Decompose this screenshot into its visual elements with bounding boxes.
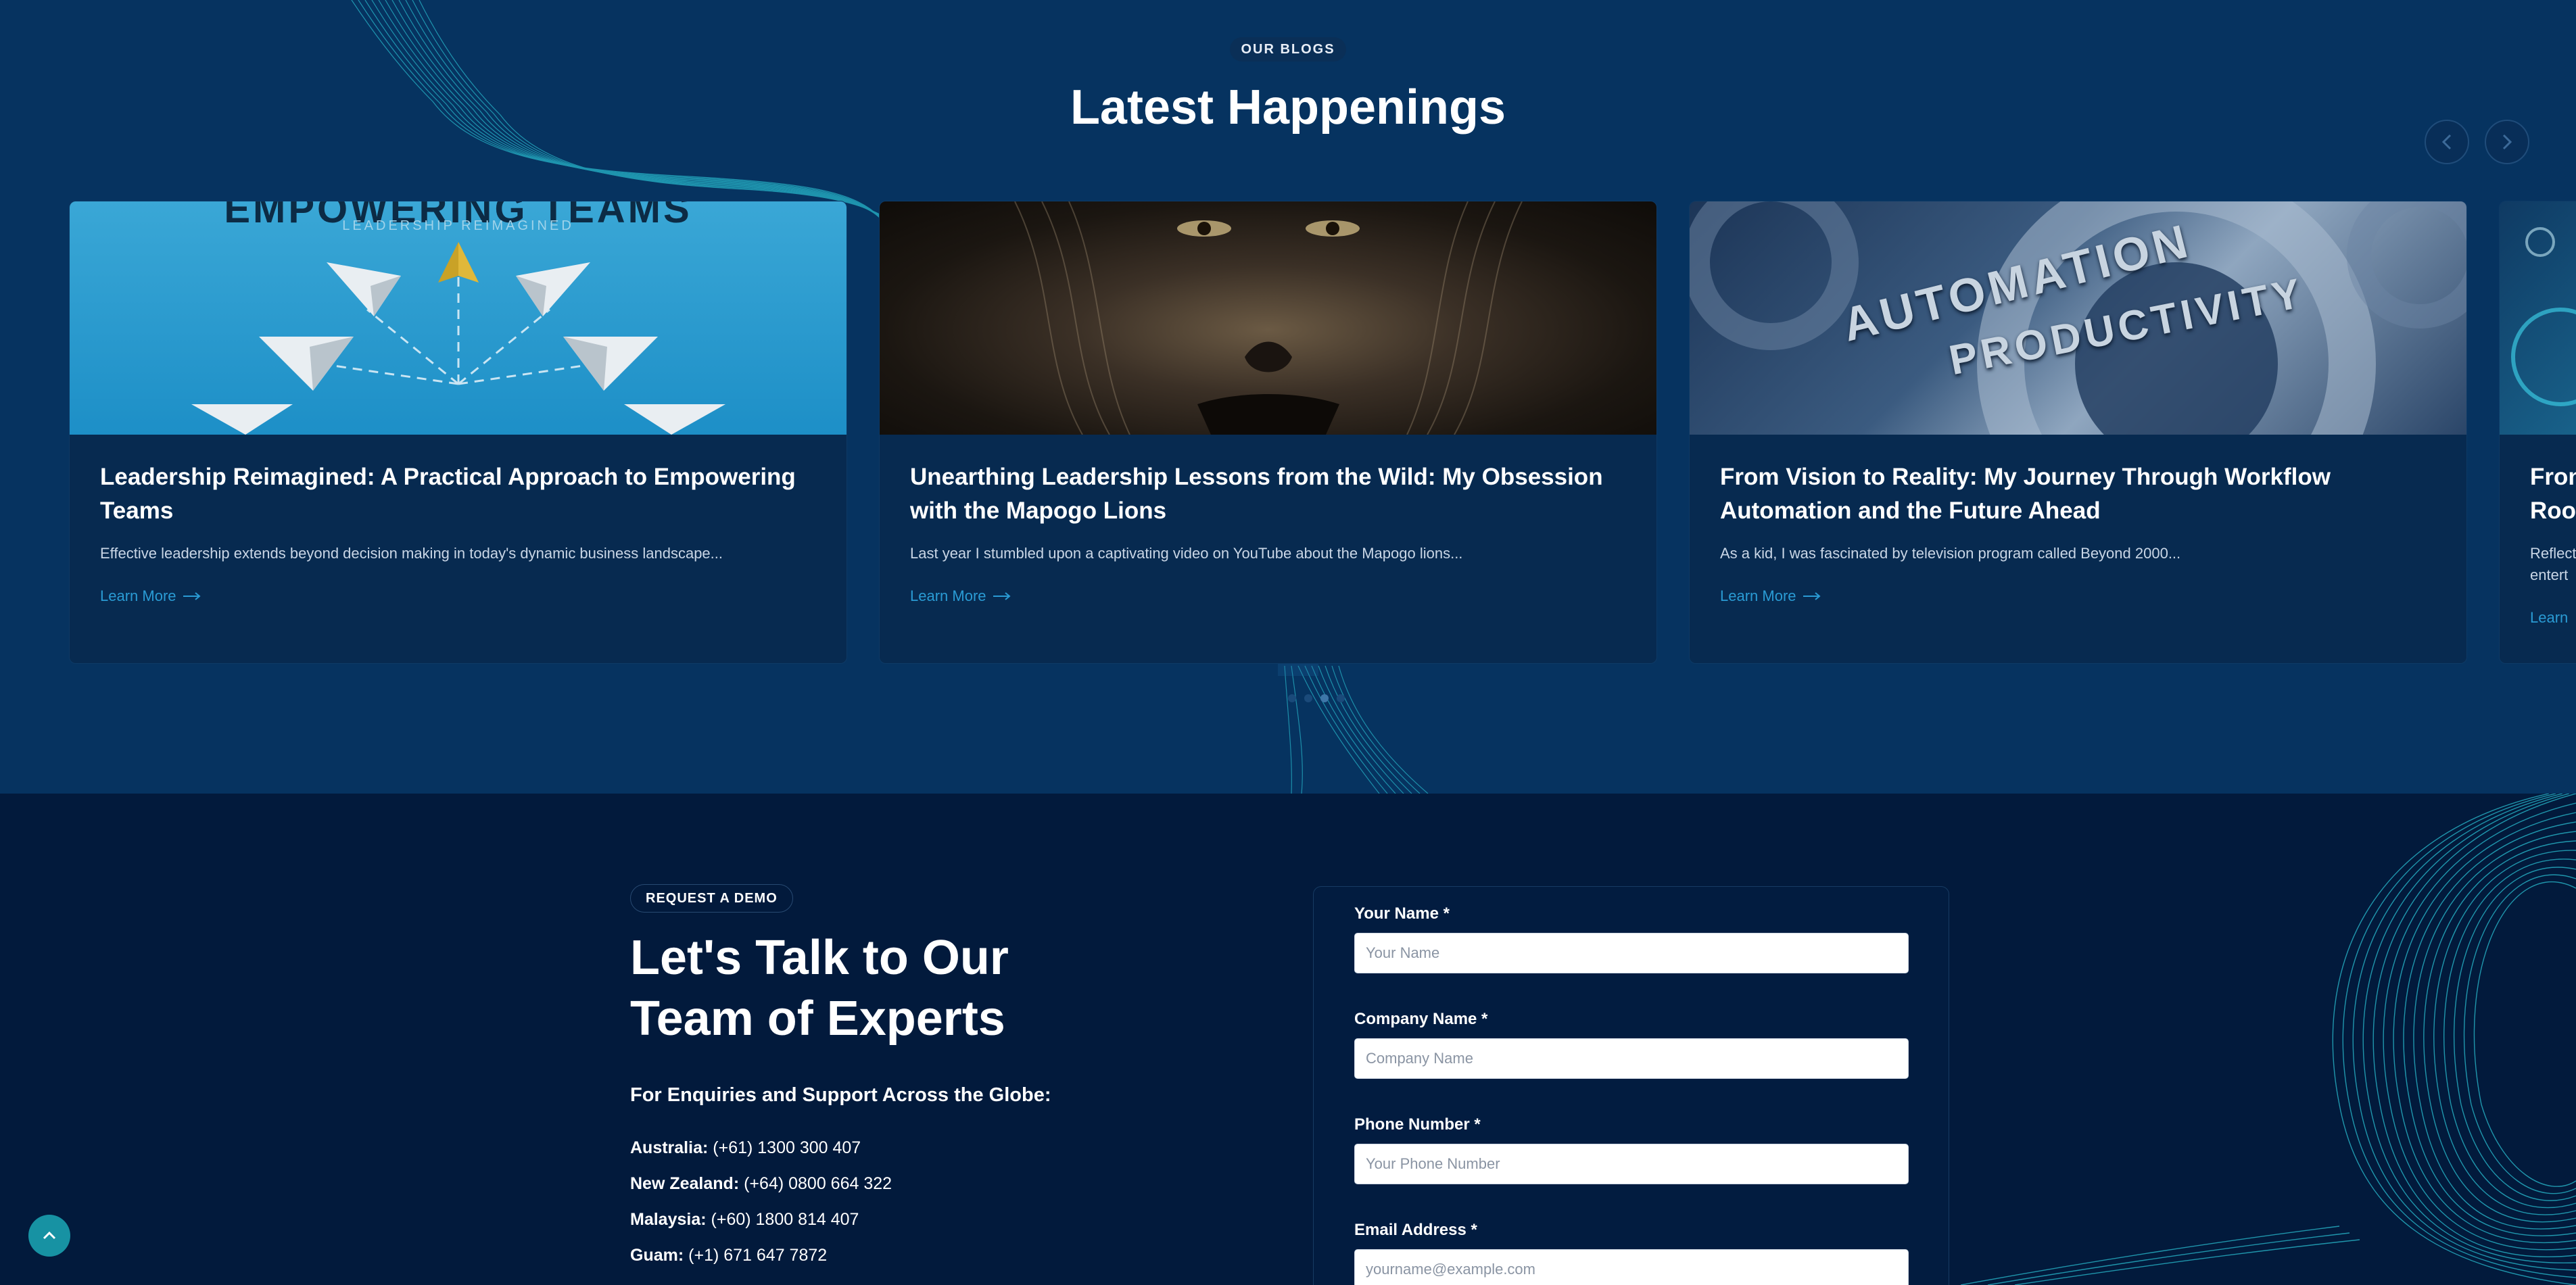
blog-card-2[interactable]: Unearthing Leadership Lessons from the W… xyxy=(879,201,1657,664)
company-label: Company Name * xyxy=(1354,1010,1488,1028)
carousel-next-button[interactable] xyxy=(2485,120,2529,164)
blog-card-excerpt: Effective leadership extends beyond deci… xyxy=(100,545,723,562)
wave-decoration-icon xyxy=(1961,794,2576,1285)
blog-card-excerpt: As a kid, I was fascinated by television… xyxy=(1720,545,2181,562)
blog-card-3[interactable]: AUTOMATION PRODUCTIVITY From Vision to R… xyxy=(1689,201,2467,664)
office-country: Malaysia: xyxy=(630,1210,707,1229)
blog-card-excerpt: Reflect entert xyxy=(2530,545,2576,583)
tech-circuit-icon xyxy=(2511,227,2576,406)
arrow-right-icon xyxy=(1803,592,1821,600)
phone-input[interactable] xyxy=(1354,1144,1909,1184)
learn-more-link[interactable]: Learn More xyxy=(1720,587,1821,605)
office-item: Malaysia: (+60) 1800 814 407 xyxy=(630,1202,892,1238)
blog-card-4[interactable]: Fron Roon Reflect entert Learn xyxy=(2499,201,2576,664)
contact-section: REQUEST A DEMO Let's Talk to Our Team of… xyxy=(0,794,2576,1285)
email-field: Email Address * xyxy=(1354,1221,1909,1285)
scroll-to-top-button[interactable] xyxy=(28,1215,70,1257)
blog-card-body: Leadership Reimagined: A Practical Appro… xyxy=(100,460,816,605)
carousel-dot-active[interactable] xyxy=(1320,694,1329,702)
office-phone[interactable]: (+61) 1300 300 407 xyxy=(713,1138,861,1157)
phone-field: Phone Number * xyxy=(1354,1115,1909,1184)
learn-more-label: Learn More xyxy=(910,587,986,604)
office-country: Guam: xyxy=(630,1246,684,1265)
office-country: New Zealand: xyxy=(630,1174,740,1193)
learn-more-link[interactable]: Learn More xyxy=(910,587,1011,605)
name-label: Your Name * xyxy=(1354,904,1450,923)
blog-card-body: Fron Roon Reflect entert Learn xyxy=(2530,460,2576,627)
learn-more-link[interactable]: Learn xyxy=(2530,609,2568,627)
name-input[interactable] xyxy=(1354,933,1909,973)
office-item: New Zealand: (+64) 0800 664 322 xyxy=(630,1166,892,1202)
office-phone-list: Australia: (+61) 1300 300 407 New Zealan… xyxy=(630,1130,892,1274)
company-input[interactable] xyxy=(1354,1038,1909,1079)
name-field: Your Name * xyxy=(1354,904,1909,973)
chevron-left-icon xyxy=(2441,134,2452,150)
blog-card-title[interactable]: Unearthing Leadership Lessons from the W… xyxy=(910,460,1626,528)
blog-card-title[interactable]: Leadership Reimagined: A Practical Appro… xyxy=(100,460,816,528)
demo-badge: REQUEST A DEMO xyxy=(630,884,793,913)
blog-card-image: EMPOWERING TEAMS LEADERSHIP REIMAGINED xyxy=(70,201,846,435)
arrow-right-icon xyxy=(993,592,1011,600)
blog-card-excerpt: Last year I stumbled upon a captivating … xyxy=(910,545,1463,562)
email-label: Email Address * xyxy=(1354,1221,1477,1239)
blog-card-image xyxy=(2500,201,2576,435)
blog-card-body: Unearthing Leadership Lessons from the W… xyxy=(910,460,1626,605)
blogs-badge: OUR BLOGS xyxy=(1230,37,1346,62)
company-field: Company Name * xyxy=(1354,1010,1909,1079)
blog-card-title[interactable]: Fron Roon xyxy=(2530,460,2576,528)
blogs-title: Latest Happenings xyxy=(1070,80,1506,135)
contact-title: Let's Talk to Our Team of Experts xyxy=(630,931,1009,1046)
carousel-prev-button[interactable] xyxy=(2425,120,2469,164)
arrow-right-icon xyxy=(183,592,201,600)
blog-card-body: From Vision to Reality: My Journey Throu… xyxy=(1720,460,2436,605)
office-phone[interactable]: (+1) 671 647 7872 xyxy=(688,1246,827,1265)
email-input[interactable] xyxy=(1354,1249,1909,1285)
chevron-up-icon xyxy=(43,1231,56,1240)
lion-face-icon xyxy=(1014,201,1523,435)
learn-more-link[interactable]: Learn More xyxy=(100,587,201,605)
office-item: Australia: (+61) 1300 300 407 xyxy=(630,1130,892,1166)
carousel-dot[interactable] xyxy=(1304,694,1312,702)
office-phone[interactable]: (+64) 0800 664 322 xyxy=(744,1174,892,1193)
blog-card-1[interactable]: EMPOWERING TEAMS LEADERSHIP REIMAGINED L… xyxy=(69,201,847,664)
blogs-section: OUR BLOGS Latest Happenings EMPOWERING T… xyxy=(0,0,2576,794)
office-item: Guam: (+1) 671 647 7872 xyxy=(630,1238,892,1274)
learn-more-label: Learn More xyxy=(1720,587,1796,604)
enquiries-heading: For Enquiries and Support Across the Glo… xyxy=(630,1084,1051,1106)
carousel-dot[interactable] xyxy=(1337,694,1345,702)
phone-label: Phone Number * xyxy=(1354,1115,1481,1134)
demo-request-form: Your Name * Company Name * Phone Number … xyxy=(1313,886,1949,1285)
office-country: Australia: xyxy=(630,1138,709,1157)
learn-more-label: Learn More xyxy=(100,587,176,604)
carousel-pagination xyxy=(1288,694,1345,702)
blog-card-title[interactable]: From Vision to Reality: My Journey Throu… xyxy=(1720,460,2436,528)
learn-more-label: Learn xyxy=(2530,609,2569,626)
blog-card-image xyxy=(880,201,1656,435)
office-phone[interactable]: (+60) 1800 814 407 xyxy=(711,1210,859,1229)
chevron-right-icon xyxy=(2502,134,2512,150)
carousel-dot[interactable] xyxy=(1288,694,1296,702)
paper-planes-icon xyxy=(191,242,725,435)
blog-card-image: AUTOMATION PRODUCTIVITY xyxy=(1690,201,2466,435)
